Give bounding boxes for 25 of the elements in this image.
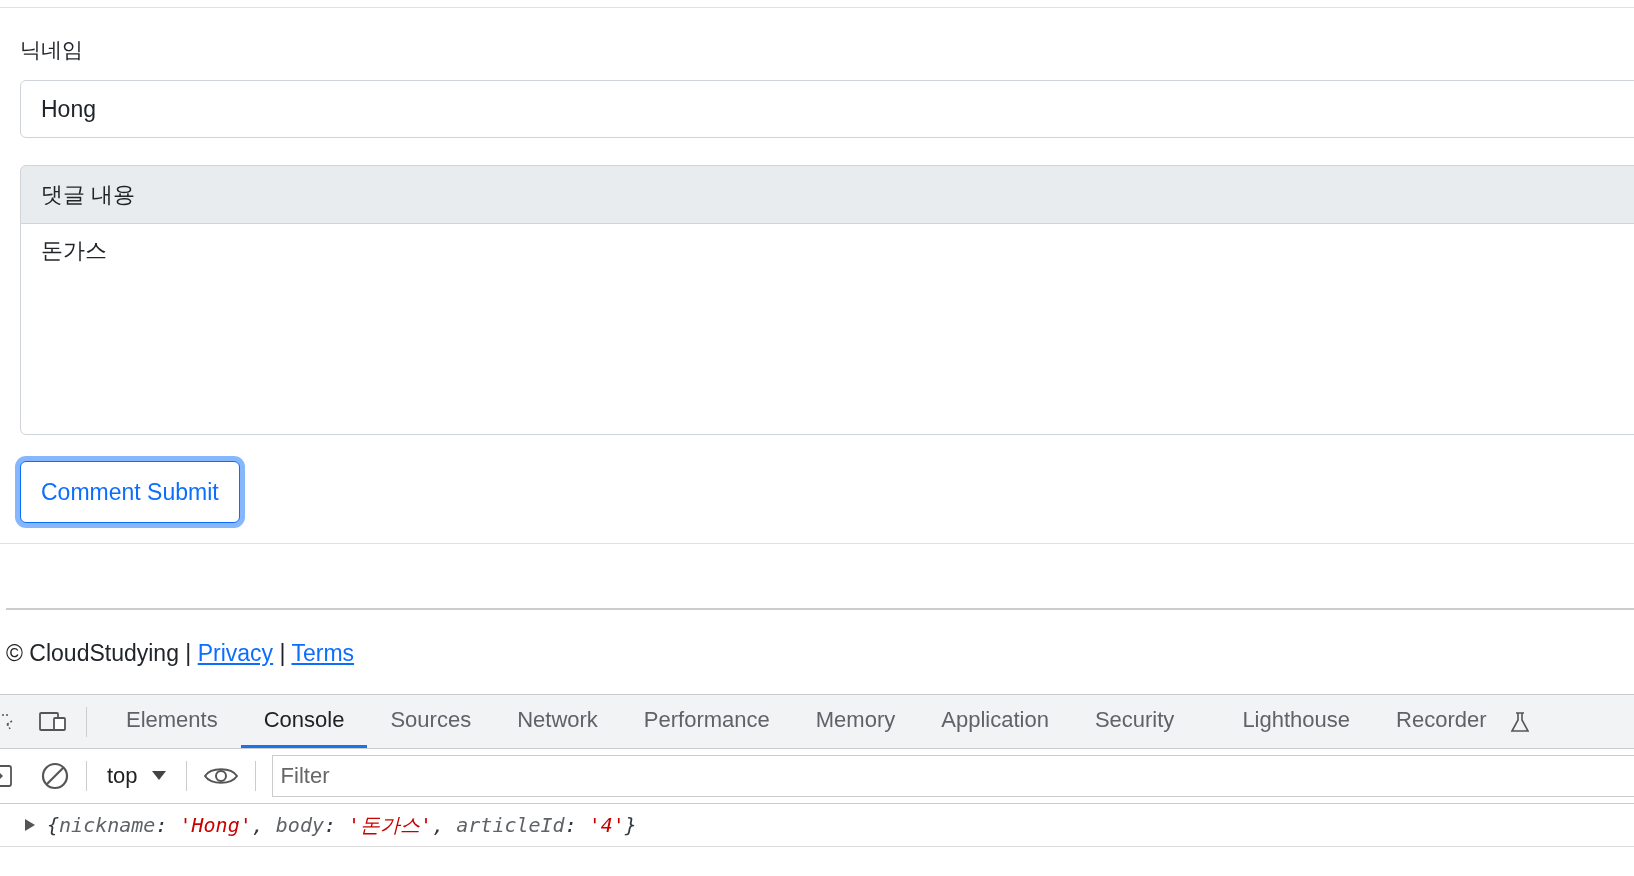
footer-text: © CloudStudying | Privacy | Terms (5, 639, 356, 668)
sidebar-toggle-icon[interactable] (0, 764, 12, 788)
comment-body-label: 댓글 내용 (20, 165, 1634, 224)
filter-input[interactable]: Filter (271, 755, 1634, 797)
clear-console-icon[interactable] (40, 761, 70, 791)
devtools-tab[interactable]: Elements (103, 695, 241, 748)
privacy-link[interactable]: Privacy (197, 640, 274, 666)
devtools-tab[interactable]: Lighthouse (1219, 695, 1374, 748)
nickname-input[interactable]: Hong (20, 80, 1634, 138)
devtools-tab[interactable]: Performance (620, 695, 793, 748)
devtools-tab[interactable]: Network (494, 695, 621, 748)
devtools-tab[interactable]: Console (240, 695, 368, 748)
devtools-tab[interactable]: Sources (367, 695, 495, 748)
devtools-tab[interactable]: Memory (792, 695, 919, 748)
console-log-line: {nickname: 'Hong', body: '돈가스', articleId: '4'} (47, 811, 637, 839)
flask-icon (1509, 710, 1530, 733)
devtools-tab[interactable]: Security (1071, 695, 1198, 748)
terms-link[interactable]: Terms (291, 640, 355, 666)
devtools-tab[interactable]: Recorder (1373, 695, 1510, 748)
context-dropdown[interactable]: top (103, 763, 170, 789)
expand-triangle-icon[interactable] (25, 819, 35, 831)
devtools-tab[interactable]: Application (918, 695, 1072, 748)
nickname-label: 닉네임 (20, 37, 84, 63)
caret-icon (151, 771, 166, 781)
comment-body-textarea[interactable]: 돈가스 (20, 223, 1634, 435)
